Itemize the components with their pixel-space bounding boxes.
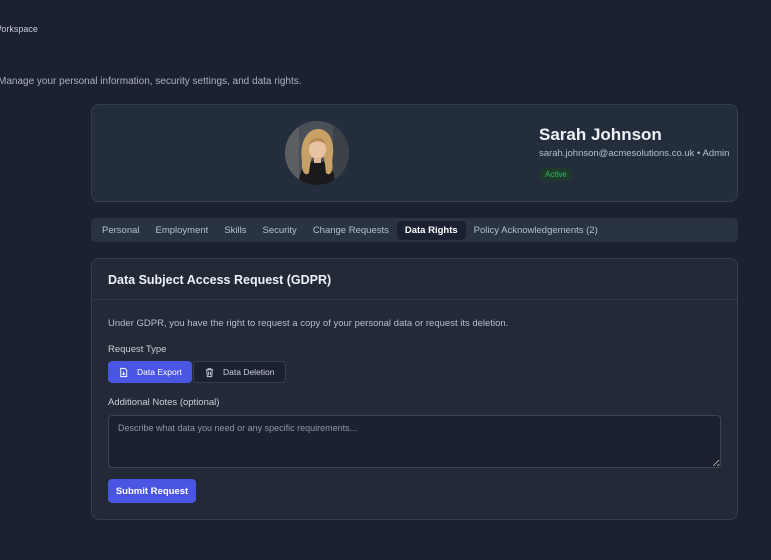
status-badge: Active (539, 168, 573, 181)
avatar-photo (285, 121, 349, 185)
profile-tabs: Personal Employment Skills Security Chan… (91, 218, 738, 242)
card-divider (92, 299, 737, 300)
tab-data-rights[interactable]: Data Rights (396, 220, 466, 240)
profile-name: Sarah Johnson (539, 125, 662, 144)
card-description: Under GDPR, you have the right to reques… (108, 318, 509, 329)
card-title: Data Subject Access Request (GDPR) (108, 273, 332, 287)
tab-policy-acknowledgements[interactable]: Policy Acknowledgements (2) (466, 221, 606, 240)
additional-notes-input[interactable] (108, 415, 721, 468)
tab-security[interactable]: Security (254, 221, 304, 240)
data-export-label: Data Export (137, 367, 182, 377)
data-export-button[interactable]: Data Export (108, 361, 192, 383)
tab-change-requests[interactable]: Change Requests (305, 221, 397, 240)
workspace-label: Workspace (0, 24, 38, 34)
gdpr-request-card: Data Subject Access Request (GDPR) Under… (91, 258, 738, 520)
trash-icon (204, 367, 215, 378)
submit-request-button[interactable]: Submit Request (108, 479, 196, 503)
page-subtitle: Manage your personal information, securi… (0, 76, 302, 87)
tab-employment[interactable]: Employment (148, 221, 217, 240)
tab-skills[interactable]: Skills (216, 221, 254, 240)
avatar (285, 121, 349, 185)
profile-meta: sarah.johnson@acmesolutions.co.uk • Admi… (539, 148, 730, 159)
request-type-label: Request Type (108, 344, 167, 355)
additional-notes-label: Additional Notes (optional) (108, 397, 220, 408)
data-deletion-button[interactable]: Data Deletion (193, 361, 286, 383)
data-deletion-label: Data Deletion (223, 367, 275, 377)
file-export-icon (118, 367, 129, 378)
profile-card: Sarah Johnson sarah.johnson@acmesolution… (91, 104, 738, 202)
tab-personal[interactable]: Personal (94, 221, 148, 240)
